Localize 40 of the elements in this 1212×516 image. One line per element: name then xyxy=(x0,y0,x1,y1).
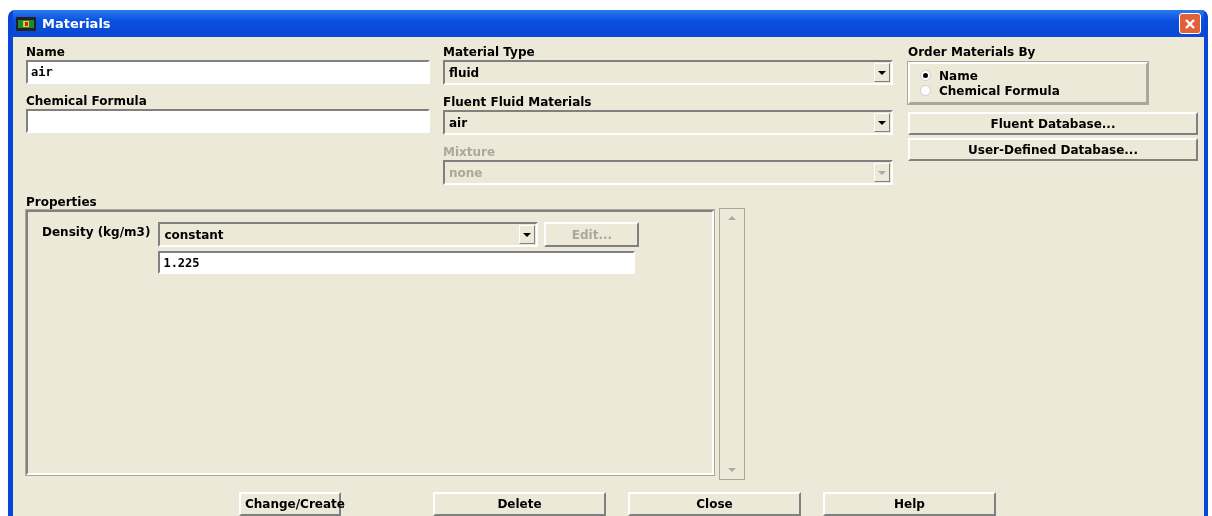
radio-button[interactable] xyxy=(920,85,931,96)
dropdown-value: air xyxy=(448,115,468,130)
app-icon xyxy=(16,16,36,31)
section-label: Properties xyxy=(26,194,98,210)
dropdown[interactable]: constant xyxy=(158,222,539,247)
caret-icon xyxy=(878,170,886,175)
field-label: Chemical Formula xyxy=(26,93,148,109)
field-label: Fluent Fluid Materials xyxy=(443,94,593,110)
close-button[interactable] xyxy=(1179,13,1201,34)
action-button[interactable]: Help xyxy=(823,492,996,516)
dropdown[interactable]: fluid xyxy=(443,60,893,85)
text-field[interactable] xyxy=(26,109,430,133)
field-label: Mixture xyxy=(443,144,497,160)
radio-label: Chemical Formula xyxy=(939,83,1060,98)
field-label: Name xyxy=(26,44,66,60)
text-field[interactable]: air xyxy=(26,60,430,84)
radio-option[interactable]: Chemical Formula xyxy=(920,83,1136,98)
action-button[interactable]: Close xyxy=(628,492,801,516)
database-button[interactable]: User-Defined Database... xyxy=(908,138,1198,161)
window-title: Materials xyxy=(42,16,112,31)
radio-label: Name xyxy=(939,68,978,83)
dropdown-value: fluid xyxy=(448,65,480,80)
caret-icon xyxy=(878,120,886,125)
action-button[interactable]: Delete xyxy=(433,492,606,516)
dropdown-value: none xyxy=(448,165,483,180)
caret-icon xyxy=(878,70,886,75)
dropdown-button[interactable] xyxy=(874,63,890,82)
close-icon xyxy=(1184,17,1196,30)
property-label: Density (kg/m3) xyxy=(42,224,151,241)
radio-option[interactable]: Name xyxy=(920,68,1136,83)
dropdown-button[interactable] xyxy=(874,113,890,132)
dropdown-button[interactable] xyxy=(519,225,536,244)
group-label: Order Materials By xyxy=(908,44,1037,60)
field-label: Material Type xyxy=(443,44,536,60)
database-button[interactable]: Fluent Database... xyxy=(908,112,1198,135)
dropdown-value: constant xyxy=(163,227,224,242)
dropdown[interactable]: air xyxy=(443,110,893,135)
value-field[interactable]: 1.225 xyxy=(158,251,636,274)
radio-button[interactable] xyxy=(920,70,931,81)
caret-icon xyxy=(523,232,532,237)
